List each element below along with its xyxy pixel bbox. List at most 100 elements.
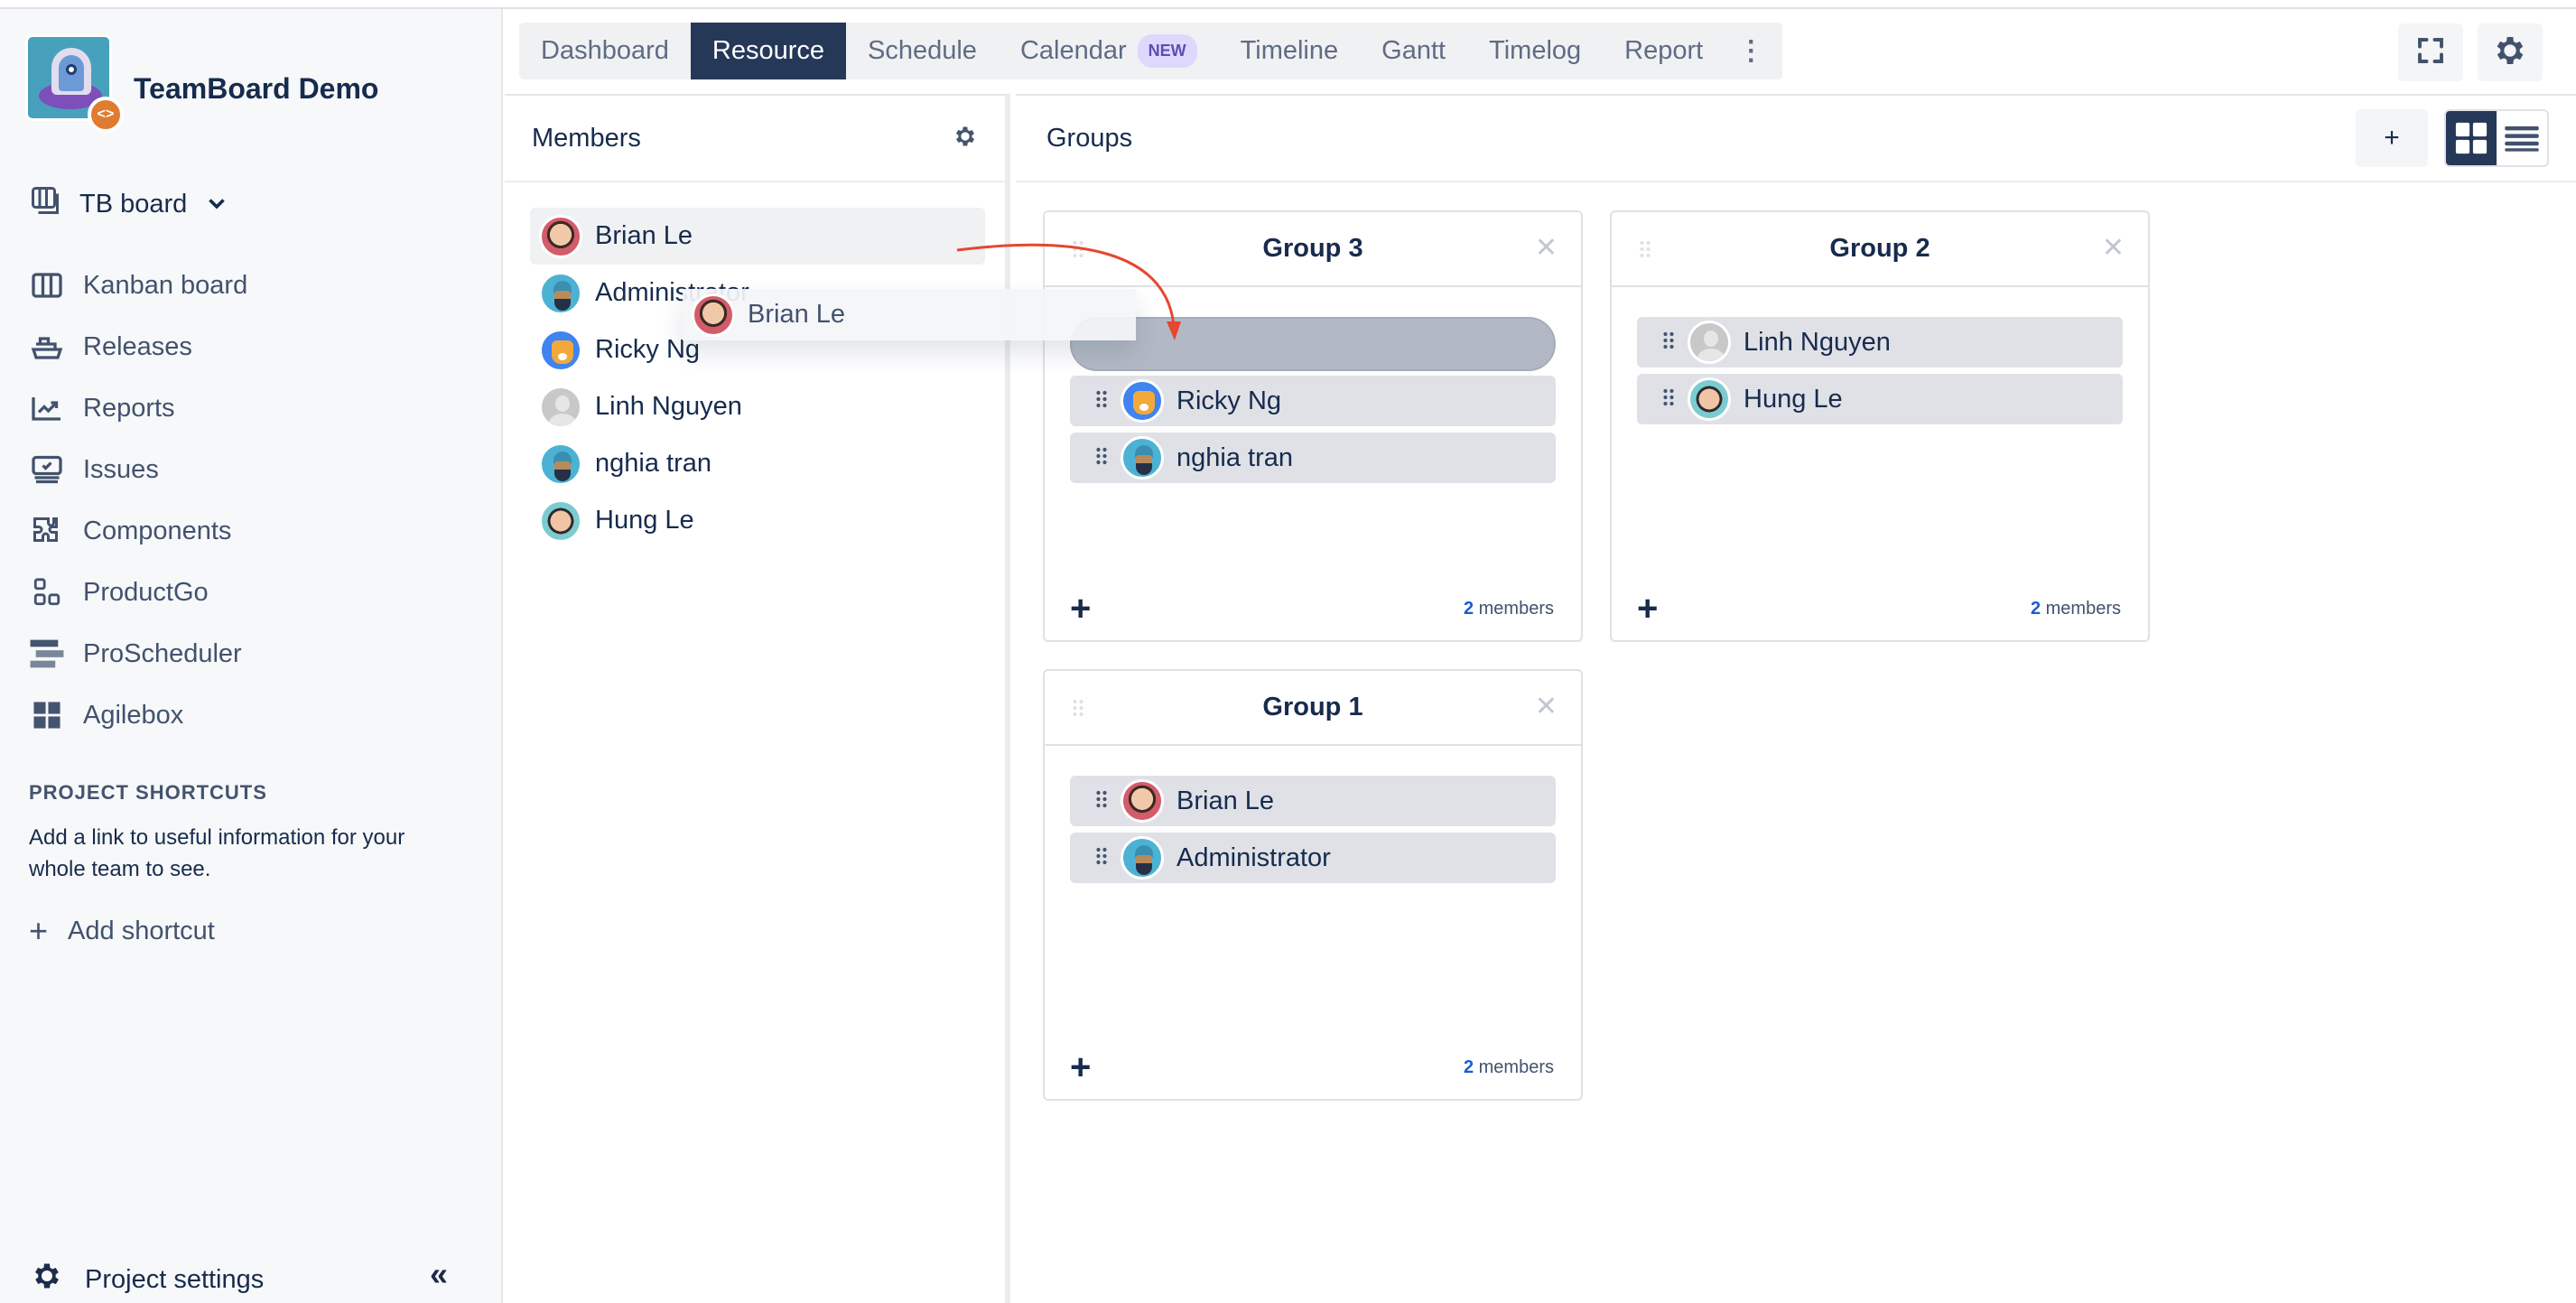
new-badge: NEW <box>1137 34 1197 68</box>
project-shortcuts-description: Add a link to useful information for you… <box>29 825 405 881</box>
list-view-button[interactable] <box>2497 111 2547 165</box>
sidebar-item-reports[interactable]: Reports <box>29 377 247 439</box>
ship-icon <box>29 329 65 365</box>
tab-schedule[interactable]: Schedule <box>846 23 999 79</box>
member-item[interactable]: Administrator <box>530 265 980 321</box>
agilebox-icon <box>29 697 65 733</box>
group-member-item[interactable]: Administrator <box>1070 833 1556 883</box>
proscheduler-icon <box>29 636 65 672</box>
double-chevron-left-icon: « <box>430 1255 449 1292</box>
sidebar-item-issues[interactable]: Issues <box>29 439 247 500</box>
chevron-down-icon <box>209 195 226 214</box>
sidebar-item-agilebox[interactable]: Agilebox <box>29 684 247 746</box>
fullscreen-icon <box>2414 34 2447 71</box>
group-card: Group 2 ✕ Linh Nguyen Hung Le + 2 member… <box>1610 210 2150 642</box>
drag-handle-icon[interactable] <box>1639 239 1651 264</box>
tab-timelog[interactable]: Timelog <box>1467 23 1603 79</box>
project-settings-link[interactable]: Project settings <box>31 1260 264 1299</box>
group-title: Group 3 <box>1262 234 1363 263</box>
drag-handle-icon[interactable] <box>1095 786 1108 816</box>
close-icon[interactable]: ✕ <box>1535 691 1558 722</box>
plus-icon: + <box>29 912 49 949</box>
group-member-item[interactable]: Hung Le <box>1637 374 2123 424</box>
more-tabs-button[interactable]: ⋮ <box>1725 23 1777 79</box>
board-selector[interactable]: TB board <box>29 184 226 224</box>
avatar <box>1121 836 1164 880</box>
drag-handle-icon[interactable] <box>1072 698 1084 722</box>
add-member-button[interactable]: + <box>1070 591 1091 627</box>
tab-timeline[interactable]: Timeline <box>1219 23 1361 79</box>
group-member-item[interactable]: Linh Nguyen <box>1637 317 2123 368</box>
settings-button[interactable] <box>2478 23 2543 81</box>
drag-handle-icon[interactable] <box>1095 386 1108 416</box>
add-member-button[interactable]: + <box>1070 1049 1091 1085</box>
group-member-item[interactable]: Ricky Ng <box>1070 376 1556 426</box>
view-toggle <box>2444 109 2549 167</box>
project-shortcuts-heading: PROJECT SHORTCUTS <box>29 781 267 804</box>
sidebar-nav: Kanban board Releases Reports Issues Com… <box>29 255 247 746</box>
drag-handle-icon[interactable] <box>1095 843 1108 873</box>
avatar <box>539 498 582 543</box>
sidebar-item-kanban-board[interactable]: Kanban board <box>29 255 247 316</box>
issues-icon <box>29 451 65 488</box>
gear-icon <box>2492 33 2528 73</box>
avatar <box>539 385 582 429</box>
tab-dashboard[interactable]: Dashboard <box>519 23 691 79</box>
avatar <box>1121 379 1164 423</box>
close-icon[interactable]: ✕ <box>1535 232 1558 264</box>
members-settings-button[interactable] <box>953 124 978 154</box>
sidebar-item-productgo[interactable]: ProductGo <box>29 562 247 623</box>
group-member-item[interactable]: nghia tran <box>1070 433 1556 483</box>
member-count: 2 members <box>1463 1056 1554 1077</box>
gear-icon <box>31 1260 63 1299</box>
add-member-button[interactable]: + <box>1637 591 1658 627</box>
avatar <box>1688 377 1731 421</box>
top-border <box>0 0 2576 9</box>
tab-calendar[interactable]: Calendar NEW <box>999 23 1219 79</box>
puzzle-icon <box>29 513 65 549</box>
group-member-item[interactable]: Brian Le <box>1070 776 1556 826</box>
group-title: Group 2 <box>1829 234 1930 263</box>
groups-panel: Groups + Group 3 ✕ Ricky Ng nghia tran +… <box>1016 94 2576 1303</box>
tab-resource[interactable]: Resource <box>690 23 846 79</box>
member-item[interactable]: nghia tran <box>530 435 980 492</box>
grid-icon <box>2455 122 2488 154</box>
tab-gantt[interactable]: Gantt <box>1360 23 1467 79</box>
avatar <box>539 271 582 315</box>
productgo-icon <box>29 574 65 610</box>
group-card: Group 3 ✕ Ricky Ng nghia tran + 2 member… <box>1043 210 1583 642</box>
members-panel: Members Brian Le Administrator Ricky Ng … <box>505 94 1010 1303</box>
member-count: 2 members <box>1463 598 1554 619</box>
list-icon <box>2505 126 2539 152</box>
add-group-button[interactable]: + <box>2356 109 2428 167</box>
grid-view-button[interactable] <box>2446 111 2497 165</box>
member-item[interactable]: Hung Le <box>530 492 980 549</box>
member-item[interactable]: Brian Le <box>530 208 985 265</box>
sidebar-item-components[interactable]: Components <box>29 500 247 562</box>
avatar <box>1121 436 1164 479</box>
kanban-board-icon <box>29 267 65 303</box>
project-title: TeamBoard Demo <box>134 72 379 105</box>
avatar <box>1121 779 1164 823</box>
close-icon[interactable]: ✕ <box>2102 232 2125 264</box>
sidebar-item-releases[interactable]: Releases <box>29 316 247 377</box>
member-count: 2 members <box>2030 598 2121 619</box>
add-shortcut-button[interactable]: + Add shortcut <box>29 912 215 950</box>
member-item[interactable]: Ricky Ng <box>530 321 980 378</box>
drag-handle-icon[interactable] <box>1095 443 1108 473</box>
code-badge-icon: <> <box>88 97 124 133</box>
tab-report[interactable]: Report <box>1603 23 1725 79</box>
drag-handle-icon[interactable] <box>1662 328 1675 358</box>
drag-handle-icon[interactable] <box>1662 385 1675 414</box>
drag-handle-icon[interactable] <box>1072 239 1084 264</box>
line-chart-icon <box>29 390 65 426</box>
collapse-sidebar-button[interactable]: « <box>430 1255 448 1293</box>
sidebar: <> TeamBoard Demo TB board Kanban board … <box>0 9 503 1303</box>
drop-placeholder <box>1070 317 1556 371</box>
groups-header: Groups + <box>1016 96 2576 182</box>
member-item[interactable]: Linh Nguyen <box>530 378 980 435</box>
fullscreen-button[interactable] <box>2398 23 2463 81</box>
sidebar-item-proscheduler[interactable]: ProScheduler <box>29 623 247 684</box>
members-title: Members <box>532 123 641 153</box>
project-logo: <> <box>25 34 124 133</box>
